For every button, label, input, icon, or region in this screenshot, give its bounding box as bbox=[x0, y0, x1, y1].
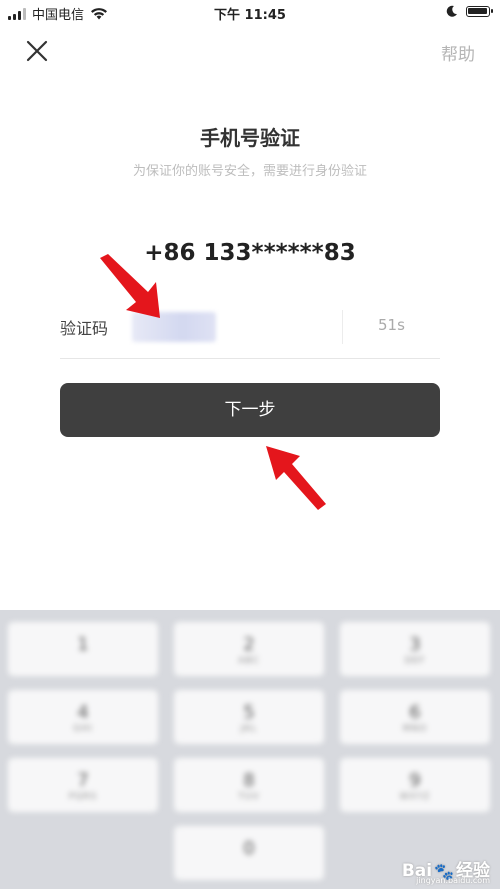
battery-icon bbox=[466, 5, 493, 17]
key-0[interactable]: 0 bbox=[174, 826, 324, 880]
close-button[interactable] bbox=[22, 36, 52, 66]
close-icon bbox=[26, 40, 48, 62]
watermark-url: jingyan.baidu.com bbox=[416, 876, 490, 885]
status-bar: 中国电信 下午 11:45 bbox=[0, 0, 500, 26]
baidu-jingyan-watermark: Bai 🐾 经验 jingyan.baidu.com bbox=[402, 856, 490, 885]
keypad-keys: 1 2 ABC 3 DEF 4 GHI 5 JKL 6 MNO 7 PQRS 8 bbox=[0, 610, 500, 889]
key-7[interactable]: 7 PQRS bbox=[8, 758, 158, 812]
next-button[interactable]: 下一步 bbox=[60, 383, 440, 437]
divider bbox=[342, 310, 343, 344]
numeric-keypad: 1 2 ABC 3 DEF 4 GHI 5 JKL 6 MNO 7 PQRS 8 bbox=[0, 610, 500, 889]
key-8[interactable]: 8 TUV bbox=[174, 758, 324, 812]
resend-countdown[interactable]: 51s bbox=[378, 316, 405, 334]
phone-number: +86 133******83 bbox=[144, 240, 356, 266]
key-2[interactable]: 2 ABC bbox=[174, 622, 324, 676]
key-6[interactable]: 6 MNO bbox=[340, 690, 490, 744]
page-title: 手机号验证 bbox=[200, 126, 300, 150]
key-3[interactable]: 3 DEF bbox=[340, 622, 490, 676]
moon-icon bbox=[446, 5, 457, 17]
key-1[interactable]: 1 bbox=[8, 622, 158, 676]
page-subtitle: 为保证你的账号安全，需要进行身份验证 bbox=[132, 164, 367, 179]
key-9[interactable]: 9 WXYZ bbox=[340, 758, 490, 812]
arrow-to-next-button-icon bbox=[266, 446, 326, 510]
key-4[interactable]: 4 GHI bbox=[8, 690, 158, 744]
status-time: 下午 11:45 bbox=[214, 8, 286, 23]
key-5[interactable]: 5 JKL bbox=[174, 690, 324, 744]
help-link[interactable]: 帮助 bbox=[441, 40, 475, 65]
status-right bbox=[446, 5, 493, 17]
arrow-to-code-input-icon bbox=[100, 254, 160, 318]
